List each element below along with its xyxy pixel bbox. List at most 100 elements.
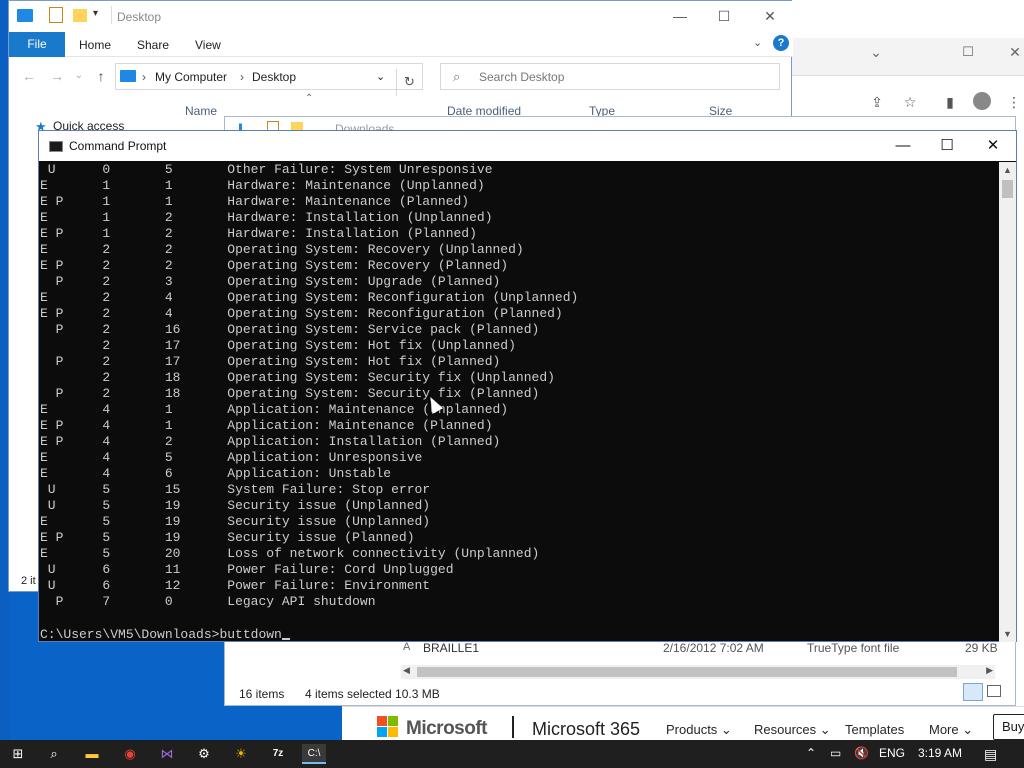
command-prompt-window[interactable]: Command Prompt — ☐ ✕ U 0 5 Other Failure… <box>38 130 1017 642</box>
ribbon: File Home Share View ⌄ ? <box>9 32 793 57</box>
console-cell-f <box>40 338 102 353</box>
console-cell-major: 7 <box>102 594 165 609</box>
console-cell-reason: Operating System: Reconfiguration (Unpla… <box>227 290 579 305</box>
chevron-down-icon[interactable]: ⌄ <box>376 70 385 83</box>
7zip-icon[interactable]: 7z <box>266 744 290 764</box>
notifications-icon[interactable]: ▤ <box>984 746 997 763</box>
console-cell-f <box>40 370 102 385</box>
scroll-right-icon[interactable]: ▶ <box>986 665 993 676</box>
file-explorer-icon[interactable]: ▬ <box>80 744 104 764</box>
console-cell-f: E <box>40 466 103 481</box>
close-icon[interactable]: ✕ <box>983 136 1003 156</box>
console-cell-minor: 6 <box>164 466 228 481</box>
nav-resources[interactable]: Resources ⌄ <box>754 722 831 738</box>
console-cell-major: 2 <box>102 306 165 321</box>
scroll-thumb[interactable] <box>417 667 957 677</box>
properties-icon[interactable] <box>49 7 63 23</box>
tab-share[interactable]: Share <box>137 38 169 52</box>
console-row: E 2 4 Operating System: Reconfiguration … <box>40 290 998 306</box>
microsoft-brand[interactable]: Microsoft <box>406 718 488 740</box>
console-cell-f: U <box>40 162 103 177</box>
nav-templates[interactable]: Templates <box>845 722 904 737</box>
file-date: 2/16/2012 7:02 AM <box>663 641 764 655</box>
console-cell-minor: 17 <box>164 338 228 353</box>
sidebar-icon[interactable]: ▮ <box>940 92 960 112</box>
console-prompt-line[interactable]: C:\Users\VM5\Downloads>buttdown <box>40 627 290 642</box>
scroll-up-icon[interactable]: ▲ <box>999 162 1016 178</box>
console-cell-minor: 3 <box>164 274 228 289</box>
up-icon[interactable]: ↑ <box>93 68 109 84</box>
settings-gear-icon[interactable]: ⚙ <box>192 744 216 764</box>
nav-products[interactable]: Products ⌄ <box>666 722 732 738</box>
details-view-icon[interactable] <box>963 683 983 701</box>
console-cell-reason: Security issue (Unplanned) <box>227 514 431 529</box>
horizontal-scrollbar[interactable]: ◀ ▶ <box>401 665 995 679</box>
console-cell-major: 2 <box>102 242 165 257</box>
scroll-thumb[interactable] <box>1002 180 1013 198</box>
vertical-scrollbar[interactable]: ▲ ▼ <box>999 162 1016 642</box>
forward-icon[interactable]: → <box>49 68 65 84</box>
console-cell-reason: Operating System: Recovery (Unplanned) <box>227 242 524 257</box>
console-row: U 0 5 Other Failure: System Unresponsive <box>40 162 998 178</box>
product-name[interactable]: Microsoft 365 <box>532 719 640 740</box>
minimize-icon[interactable]: — <box>893 136 913 156</box>
microsoft-logo-icon[interactable] <box>377 716 399 738</box>
breadcrumb-desktop[interactable]: Desktop <box>252 70 296 84</box>
chevron-up-icon[interactable]: ⌃ <box>806 746 816 760</box>
console-cell-reason: Hardware: Maintenance (Unplanned) <box>227 178 485 193</box>
console-cell-minor: 4 <box>164 290 228 305</box>
tab-view[interactable]: View <box>195 38 221 52</box>
weather-icon[interactable]: ☀ <box>229 744 253 764</box>
help-icon[interactable]: ? <box>773 35 789 51</box>
status-item-count: 2 it <box>21 575 36 587</box>
maximize-icon[interactable]: ☐ <box>958 44 978 60</box>
minimize-icon[interactable]: — <box>671 7 689 25</box>
console-cell-minor: 16 <box>164 322 228 337</box>
windows-start-icon[interactable]: ⊞ <box>6 744 30 764</box>
address-bar[interactable]: › My Computer › Desktop ⌄ ↻ <box>115 63 423 96</box>
volume-muted-icon[interactable]: 🔇 <box>854 746 869 760</box>
console-row: E P 4 1 Application: Maintenance (Planne… <box>40 418 998 434</box>
folder-icon[interactable] <box>73 9 87 22</box>
more-icon[interactable]: ⋮ <box>1004 92 1024 112</box>
nav-more[interactable]: More ⌄ <box>929 722 973 738</box>
language-indicator[interactable]: ENG <box>879 746 905 760</box>
large-icons-view-icon[interactable] <box>987 685 1001 697</box>
tab-file[interactable]: File <box>9 32 65 57</box>
scroll-down-icon[interactable]: ▼ <box>999 626 1016 642</box>
chrome-icon[interactable]: ◉ <box>118 744 142 764</box>
scroll-left-icon[interactable]: ◀ <box>403 665 410 676</box>
buy-button[interactable]: Buy <box>993 714 1024 740</box>
back-icon[interactable]: ← <box>21 68 37 84</box>
console-cell-minor: 18 <box>164 370 228 385</box>
chevron-down-icon[interactable]: ⌄ <box>866 44 886 61</box>
console-cell-major: 5 <box>102 530 165 545</box>
close-icon[interactable]: ✕ <box>761 7 779 25</box>
close-icon[interactable]: ✕ <box>1006 44 1024 61</box>
breadcrumb-my-computer[interactable]: My Computer <box>155 70 227 84</box>
star-icon[interactable]: ☆ <box>900 92 920 112</box>
column-name[interactable]: Name <box>185 104 217 118</box>
search-box[interactable]: ⌕ Search Desktop <box>440 63 780 90</box>
tab-home[interactable]: Home <box>79 38 111 52</box>
share-icon[interactable]: ⇪ <box>867 92 887 112</box>
command-prompt-taskbar-icon[interactable]: C:\ <box>302 744 326 764</box>
maximize-icon[interactable]: ☐ <box>937 136 957 156</box>
file-type: TrueType font file <box>807 641 900 655</box>
profile-avatar[interactable] <box>973 92 991 110</box>
console-row: E P 5 19 Security issue (Planned) <box>40 530 998 546</box>
console-cell-major: 2 <box>102 290 165 305</box>
console-cell-reason: Operating System: Security fix (Unplanne… <box>227 370 555 385</box>
console-cell-minor: 18 <box>164 386 228 401</box>
search-icon[interactable]: ⌕ <box>42 744 66 764</box>
chevron-down-icon[interactable]: ▾ <box>93 8 98 19</box>
chevron-down-icon[interactable]: ⌄ <box>753 36 762 49</box>
refresh-icon[interactable]: ↻ <box>396 69 422 96</box>
visual-studio-icon[interactable]: ⋈ <box>155 744 179 764</box>
console-output[interactable]: U 0 5 Other Failure: System Unresponsive… <box>40 162 998 642</box>
maximize-icon[interactable]: ☐ <box>715 7 733 25</box>
console-cell-reason: System Failure: Stop error <box>227 482 431 497</box>
network-icon[interactable]: ▭ <box>830 746 841 760</box>
clock[interactable]: 3:19 AM <box>918 746 962 760</box>
chevron-down-icon[interactable]: ⌄ <box>71 68 87 84</box>
